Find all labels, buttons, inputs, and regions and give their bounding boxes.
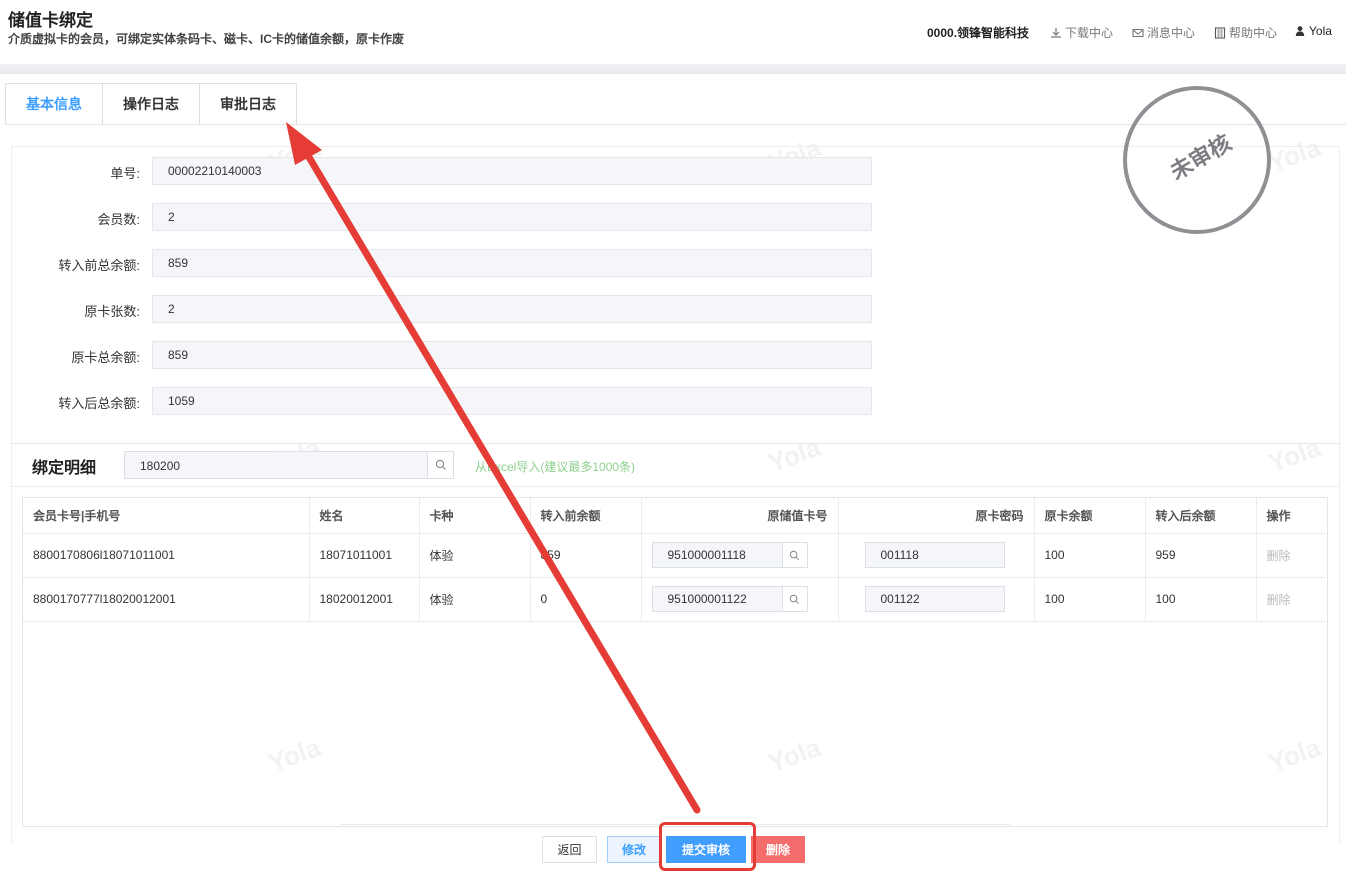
annotation-arrow (286, 122, 701, 814)
